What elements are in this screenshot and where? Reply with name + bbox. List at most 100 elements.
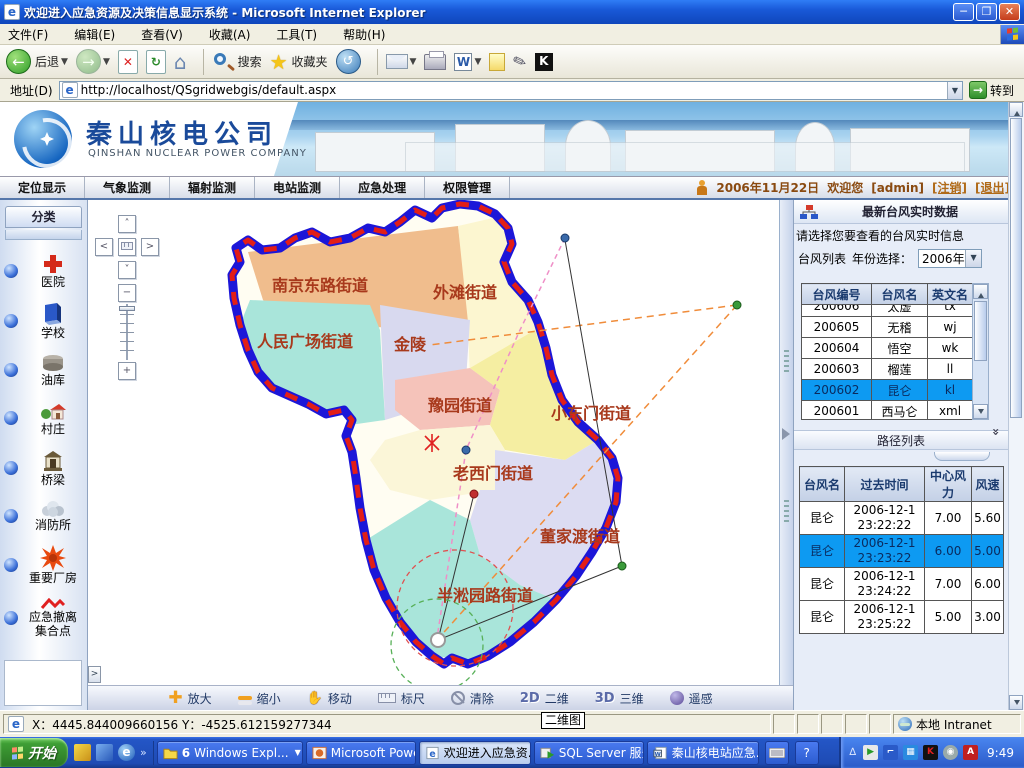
scroll-thumb[interactable] [974, 301, 987, 361]
menu-file[interactable]: 文件(F) [8, 26, 48, 43]
sidebar-item-bridge[interactable]: 桥梁 [4, 449, 85, 487]
tray-network-icon[interactable]: ⌐ [883, 745, 898, 760]
refresh-button[interactable]: ↻ [146, 48, 166, 76]
typhoon-table[interactable]: 200606太虚tx 200605无稽wj 200604悟空wk 200603榴… [801, 305, 972, 420]
clear-tool[interactable]: 清除 [451, 690, 494, 707]
task-powerpoint[interactable]: Microsoft PowerP... [306, 741, 416, 765]
home-button[interactable]: ⌂ [174, 48, 187, 76]
tab-location-display[interactable]: 定位显示 [0, 177, 85, 198]
keyboard-layout-button[interactable] [765, 741, 789, 765]
menu-tools[interactable]: 工具(T) [276, 26, 317, 43]
sidebar-item-assembly-point[interactable]: 应急撤离集合点 [4, 598, 85, 638]
favorites-button[interactable]: ★ 收藏夹 [270, 48, 328, 76]
close-button[interactable]: ✕ [999, 3, 1020, 21]
k-plugin-button[interactable]: K [535, 48, 553, 76]
ruler-tool[interactable]: 标尺 [378, 690, 425, 707]
zoom-slider-thumb[interactable] [119, 306, 135, 311]
help-button[interactable]: ? [795, 741, 819, 765]
quick-launch-icon[interactable] [74, 744, 91, 761]
notes-button[interactable] [489, 48, 505, 76]
window-titlebar[interactable]: e 欢迎进入应急资源及决策信息显示系统 - Microsoft Internet… [0, 0, 1024, 24]
pan-right-button[interactable]: > [141, 238, 159, 256]
sidebar-item-village[interactable]: 村庄 [4, 400, 85, 436]
tray-volume-icon[interactable]: ◉ [943, 745, 958, 760]
pan-up-button[interactable]: ˄ [118, 215, 136, 233]
task-ie-current[interactable]: e 欢迎进入应急资... [419, 741, 531, 765]
typhoon-row[interactable]: 200604悟空wk [802, 338, 973, 359]
zoom-slider[interactable] [118, 304, 136, 360]
back-dropdown-icon[interactable]: ▼ [61, 57, 68, 67]
typhoon-row[interactable]: 200606太虚tx [802, 305, 973, 317]
zoom-in-tool[interactable]: ✚放大 [168, 690, 211, 707]
path-row[interactable]: 昆仑2006-12-1 23:22:227.005.60 [800, 502, 1004, 535]
task-windows-explorer-group[interactable]: 6 Windows Expl... ▼ [157, 741, 303, 765]
quick-launch-icon[interactable] [96, 744, 113, 761]
year-dropdown-icon[interactable]: ▼ [965, 250, 981, 267]
address-url[interactable]: http://localhost/QSgridwebgis/default.as… [81, 83, 947, 97]
sidebar-item-oil-depot[interactable]: 油库 [4, 353, 85, 387]
edit-word-button[interactable]: W▼ [454, 48, 481, 76]
typhoon-panel-header[interactable]: 最新台风实时数据 [794, 200, 1008, 224]
map-viewport[interactable]: 南京东路街道 外滩街道 人民广场街道 金陵 豫园街道 小东门街道 老西门街道 董… [88, 200, 779, 685]
messenger-button[interactable]: ✎ [513, 48, 526, 76]
tab-permission-manage[interactable]: 权限管理 [425, 177, 510, 198]
scroll-up-button[interactable] [1009, 102, 1023, 117]
sidebar-item-fire-station[interactable]: 消防所 [4, 500, 85, 532]
search-button[interactable]: 搜索 [212, 48, 262, 76]
typhoon-row[interactable]: 200601西马仑xml [802, 401, 973, 421]
address-dropdown-icon[interactable]: ▼ [947, 82, 962, 99]
typhoon-row[interactable]: 200603榴莲ll [802, 359, 973, 380]
pan-down-button[interactable]: ˅ [118, 261, 136, 279]
sidebar-item-important-building[interactable]: 重要厂房 [4, 545, 85, 585]
collapse-chevron-icon[interactable]: » [989, 428, 1003, 452]
ie-quick-launch-icon[interactable]: e [118, 744, 135, 761]
scroll-thumb[interactable] [1010, 118, 1022, 418]
pan-left-button[interactable]: < [95, 238, 113, 256]
exit-link[interactable]: [退出] [975, 179, 1010, 196]
back-button[interactable]: ← 后退 ▼ [6, 48, 68, 76]
tray-antivirus-icon[interactable]: K [923, 745, 938, 760]
task-sql-server[interactable]: SQL Server 服务... [534, 741, 644, 765]
district-map[interactable]: 南京东路街道 外滩街道 人民广场街道 金陵 豫园街道 小东门街道 老西门街道 董… [88, 200, 779, 685]
tab-radiation-monitor[interactable]: 辐射监测 [170, 177, 255, 198]
mail-button[interactable]: ▼ [386, 48, 417, 76]
typhoon-table-scrollbar[interactable] [972, 283, 989, 420]
sidebar-item-school[interactable]: 学校 [4, 302, 85, 340]
path-row[interactable]: 昆仑2006-12-1 23:23:226.005.00 [800, 535, 1004, 568]
tray-expand-icon[interactable]: ∆ [849, 747, 856, 758]
start-button[interactable]: 开始 [0, 738, 68, 767]
expand-panel-button[interactable]: > [88, 666, 101, 683]
zoom-out-tool[interactable]: 缩小 [238, 690, 281, 707]
edit-dropdown-icon[interactable]: ▼ [474, 57, 481, 67]
tab-emergency-handle[interactable]: 应急处理 [340, 177, 425, 198]
scroll-down-button[interactable] [1009, 695, 1023, 710]
mail-dropdown-icon[interactable]: ▼ [410, 57, 417, 67]
address-input[interactable]: e http://localhost/QSgridwebgis/default.… [59, 81, 963, 100]
pan-center-button[interactable] [118, 238, 136, 256]
path-splitter[interactable] [794, 450, 1008, 462]
scroll-down-button[interactable] [973, 404, 988, 419]
menu-help[interactable]: 帮助(H) [343, 26, 385, 43]
print-button[interactable] [424, 48, 446, 76]
path-row[interactable]: 昆仑2006-12-1 23:25:225.003.00 [800, 601, 1004, 634]
quick-launch-overflow-icon[interactable]: » [140, 746, 147, 759]
tray-grid-icon[interactable]: ▦ [903, 745, 918, 760]
category-header[interactable]: 分类 [5, 206, 82, 228]
splitter-tab[interactable] [934, 452, 990, 461]
panel-splitter[interactable] [779, 200, 793, 685]
year-select[interactable]: 2006年 ▼ [918, 249, 982, 268]
tab-station-monitor[interactable]: 电站监测 [255, 177, 340, 198]
view-2d-tool[interactable]: 2D二维 [520, 690, 569, 707]
path-list-header[interactable]: 路径列表 » [794, 430, 1008, 450]
stop-button[interactable]: ✕ [118, 48, 138, 76]
logout-link[interactable]: [注销] [932, 179, 967, 196]
tab-weather-monitor[interactable]: 气象监测 [85, 177, 170, 198]
zoom-out-step-button[interactable]: − [118, 284, 136, 302]
view-3d-tool[interactable]: 3D三维 [595, 690, 644, 707]
typhoon-row[interactable]: 200605无稽wj [802, 317, 973, 338]
tray-sql-icon[interactable]: ▶ [863, 745, 878, 760]
go-button[interactable]: → 转到 [969, 81, 1014, 99]
page-scrollbar[interactable] [1008, 102, 1024, 710]
history-button[interactable]: ↺ [336, 48, 361, 76]
menu-view[interactable]: 查看(V) [141, 26, 183, 43]
